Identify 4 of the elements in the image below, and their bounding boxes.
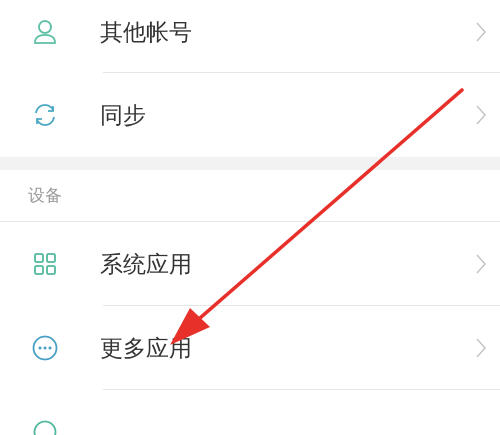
- settings-item[interactable]: 同步: [0, 73, 500, 157]
- settings-item[interactable]: 其他帐号: [0, 0, 500, 73]
- section-header: 设备: [28, 185, 62, 207]
- settings-item[interactable]: 系统应用: [0, 222, 500, 306]
